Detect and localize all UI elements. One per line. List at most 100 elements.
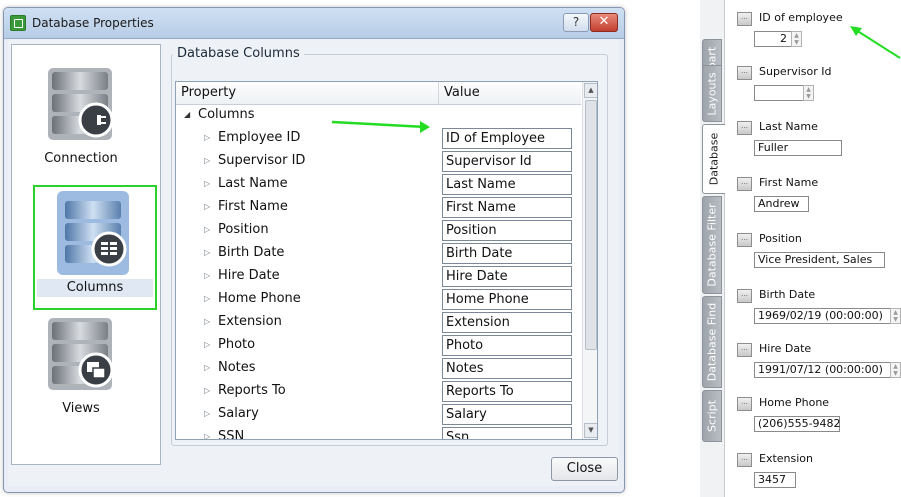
field-toggle-button[interactable]: ... xyxy=(737,343,752,357)
grid-header: Property Value xyxy=(176,82,581,105)
grid-row[interactable]: ▷ Photo Photo xyxy=(176,334,581,357)
tree-root-columns[interactable]: ◢ Columns xyxy=(176,104,581,127)
expand-arrow-icon[interactable]: ▷ xyxy=(204,248,210,257)
expand-arrow-icon[interactable]: ▷ xyxy=(204,202,210,211)
grid-row[interactable]: ▷ Hire Date Hire Date xyxy=(176,265,581,288)
property-value-field[interactable]: Home Phone xyxy=(442,289,572,310)
field-value-input[interactable]: (206)555-9482 xyxy=(754,416,841,432)
property-value-field[interactable]: ID of Employee xyxy=(442,128,572,149)
field-value-input[interactable]: Andrew xyxy=(754,196,809,212)
expand-arrow-icon[interactable]: ▷ xyxy=(204,340,210,349)
field-label: Home Phone xyxy=(759,396,830,409)
grid-row[interactable]: ▷ Notes Notes xyxy=(176,357,581,380)
property-name: Extension xyxy=(218,314,282,329)
property-value-field[interactable]: Ssn xyxy=(442,427,572,439)
grid-row[interactable]: ▷ Reports To Reports To xyxy=(176,380,581,403)
field-toggle-button[interactable]: ... xyxy=(737,453,752,467)
field-value-input[interactable]: Vice President, Sales xyxy=(754,252,885,268)
field-toggle-button[interactable]: ... xyxy=(737,177,752,191)
nav-item-columns[interactable]: Columns xyxy=(33,185,157,310)
field-toggle-button[interactable]: ... xyxy=(737,289,752,303)
nav-label-columns: Columns xyxy=(37,279,153,297)
field-label: Birth Date xyxy=(759,288,816,301)
property-value-field[interactable]: Salary xyxy=(442,404,572,425)
property-value-field[interactable]: Last Name xyxy=(442,174,572,195)
property-name: Employee ID xyxy=(218,130,301,145)
title-bar: Database Properties ? ✕ xyxy=(4,8,624,39)
spinner-icon[interactable]: ▲ ▼ xyxy=(890,362,901,378)
expand-arrow-icon[interactable]: ▷ xyxy=(204,363,210,372)
tab-database-find[interactable]: Database Find xyxy=(702,296,722,388)
field-label: First Name xyxy=(759,176,819,189)
property-value-field[interactable]: Position xyxy=(442,220,572,241)
field-value-input[interactable]: 1969/02/19 (00:00:00) xyxy=(754,308,892,324)
field-toggle-button[interactable]: ... xyxy=(737,233,752,247)
expand-arrow-icon[interactable]: ▷ xyxy=(204,156,210,165)
expand-arrow-icon[interactable]: ▷ xyxy=(204,271,210,280)
help-button[interactable]: ? xyxy=(563,13,589,32)
grid-row[interactable]: ▷ Position Position xyxy=(176,219,581,242)
grid-row[interactable]: ▷ Salary Salary xyxy=(176,403,581,426)
expand-arrow-icon[interactable]: ▷ xyxy=(204,294,210,303)
grid-row[interactable]: ▷ Employee ID ID of Employee xyxy=(176,127,581,150)
expand-arrow-icon[interactable]: ▷ xyxy=(204,133,210,142)
grid-row[interactable]: ▷ SSN Ssn xyxy=(176,426,581,439)
grid-row[interactable]: ▷ First Name First Name xyxy=(176,196,581,219)
scroll-up-arrow-icon[interactable]: ▲ xyxy=(584,83,597,98)
field-value-input[interactable]: Fuller xyxy=(754,140,842,156)
property-name: Supervisor ID xyxy=(218,153,306,168)
nav-item-connection[interactable]: Connection xyxy=(20,60,142,178)
property-name: Hire Date xyxy=(218,268,280,283)
vertical-scrollbar[interactable]: ▲ ▼ xyxy=(582,82,597,439)
header-value[interactable]: Value xyxy=(439,82,581,104)
field-toggle-button[interactable]: ... xyxy=(737,121,752,135)
dialog-body: Connection Columns Views Database Column… xyxy=(8,39,619,486)
property-value-field[interactable]: Supervisor Id xyxy=(442,151,572,172)
property-name: Photo xyxy=(218,337,256,352)
tab-layouts[interactable]: Layouts xyxy=(702,65,722,122)
tab-database[interactable]: Database xyxy=(702,124,725,194)
field-label: Extension xyxy=(759,452,814,465)
field-toggle-button[interactable]: ... xyxy=(737,66,752,80)
grid-row[interactable]: ▷ Home Phone Home Phone xyxy=(176,288,581,311)
property-value-field[interactable]: Notes xyxy=(442,358,572,379)
grid-row[interactable]: ▷ Supervisor ID Supervisor Id xyxy=(176,150,581,173)
tab-database-filter[interactable]: Database Filter xyxy=(702,196,722,294)
grid-row[interactable]: ▷ Birth Date Birth Date xyxy=(176,242,581,265)
expand-arrow-icon[interactable]: ▷ xyxy=(204,225,210,234)
scroll-thumb[interactable] xyxy=(585,100,597,350)
field-toggle-button[interactable]: ... xyxy=(737,12,752,26)
expand-arrow-icon[interactable]: ▷ xyxy=(204,179,210,188)
grid-row[interactable]: ▷ Last Name Last Name xyxy=(176,173,581,196)
property-value-field[interactable]: First Name xyxy=(442,197,572,218)
property-value-field[interactable]: Birth Date xyxy=(442,243,572,264)
collapse-arrow-icon[interactable]: ◢ xyxy=(184,110,190,119)
spinner-icon[interactable]: ▲ ▼ xyxy=(890,308,901,324)
property-value-field[interactable]: Reports To xyxy=(442,381,572,402)
expand-arrow-icon[interactable]: ▷ xyxy=(204,432,210,439)
field-value-input[interactable]: 1991/07/12 (00:00:00) xyxy=(754,362,892,378)
grid-row[interactable]: ▷ Extension Extension xyxy=(176,311,581,334)
field-label: Supervisor Id xyxy=(759,65,832,78)
spinner-icon[interactable]: ▲ ▼ xyxy=(791,31,802,47)
property-value-field[interactable]: Hire Date xyxy=(442,266,572,287)
nav-label-views: Views xyxy=(62,401,100,416)
expand-arrow-icon[interactable]: ▷ xyxy=(204,317,210,326)
database-views-icon xyxy=(48,318,114,390)
header-property[interactable]: Property xyxy=(176,82,439,104)
field-value-input[interactable]: 2 xyxy=(754,31,792,47)
tab-script[interactable]: Script xyxy=(702,390,722,442)
property-value-field[interactable]: Photo xyxy=(442,335,572,356)
field-value-input[interactable] xyxy=(754,85,804,101)
property-value-field[interactable]: Extension xyxy=(442,312,572,333)
expand-arrow-icon[interactable]: ▷ xyxy=(204,409,210,418)
nav-item-views[interactable]: Views xyxy=(20,310,142,428)
field-toggle-button[interactable]: ... xyxy=(737,397,752,411)
scroll-down-arrow-icon[interactable]: ▼ xyxy=(584,423,597,438)
close-button[interactable]: Close xyxy=(551,457,618,481)
close-window-button[interactable]: ✕ xyxy=(590,13,618,32)
property-name: Notes xyxy=(218,360,256,375)
field-value-input[interactable]: 3457 xyxy=(754,472,796,488)
spinner-icon[interactable]: ▲ ▼ xyxy=(803,85,814,101)
expand-arrow-icon[interactable]: ▷ xyxy=(204,386,210,395)
